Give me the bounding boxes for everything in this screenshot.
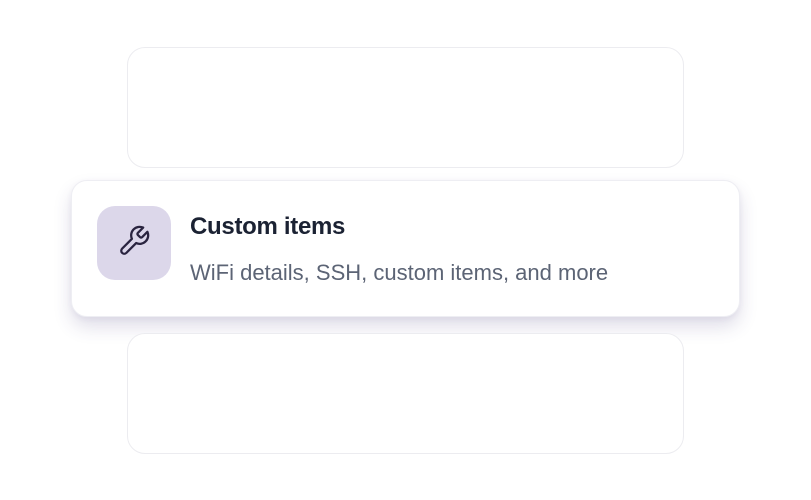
placeholder-card-bottom xyxy=(127,333,684,454)
feature-card-custom-items[interactable]: Custom items WiFi details, SSH, custom i… xyxy=(71,180,740,317)
card-description: WiFi details, SSH, custom items, and mor… xyxy=(190,260,609,285)
card-title: Custom items xyxy=(190,213,346,240)
wrench-icon xyxy=(117,224,151,263)
icon-tile xyxy=(97,206,171,280)
feature-list: Custom items WiFi details, SSH, custom i… xyxy=(0,0,811,500)
placeholder-card-top xyxy=(127,47,684,168)
